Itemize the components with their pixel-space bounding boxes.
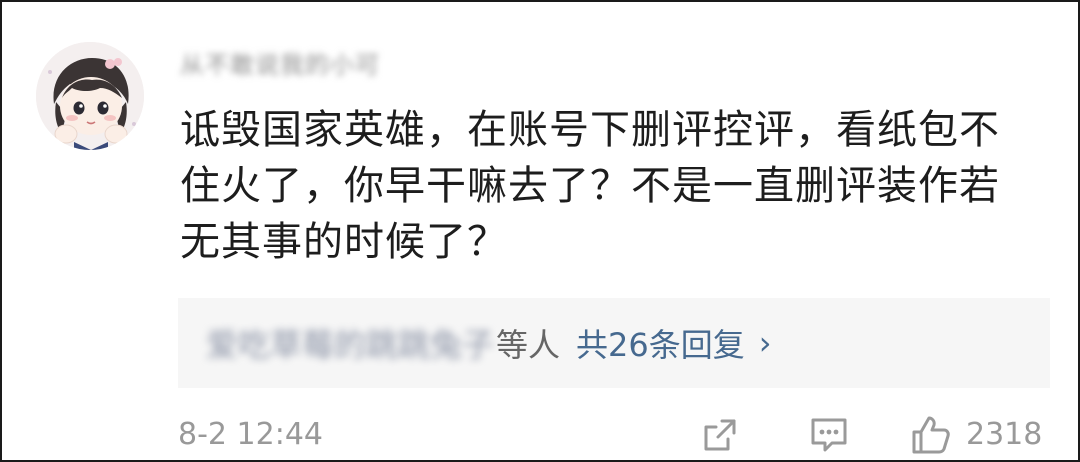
like-count: 2318 — [966, 417, 1043, 452]
chevron-right-icon[interactable]: › — [759, 324, 772, 362]
comment-timestamp: 8-2 12:44 — [178, 417, 323, 452]
reply-suffix: 等人 — [496, 326, 561, 364]
avatar-image — [36, 42, 144, 150]
reply-preview[interactable]: 爱吃草莓的跳跳兔子 等人 共26条回复 › — [178, 298, 1050, 388]
reply-user-names[interactable]: 爱吃草莓的跳跳兔子 — [206, 320, 494, 366]
comment-card: 从不敢说我的小可 诋毁国家英雄，在账号下删评控评，看纸包不住火了，你早干嘛去了？… — [0, 0, 1080, 462]
share-icon — [704, 419, 736, 451]
thumbs-up-icon — [912, 416, 950, 454]
comment-body: 诋毁国家英雄，在账号下删评控评，看纸包不住火了，你早干嘛去了？不是一直删评装作若… — [180, 107, 1000, 265]
reply-row: 爱吃草莓的跳跳兔子 等人 共26条回复 › — [206, 320, 772, 366]
comment-button[interactable] — [808, 410, 850, 460]
share-button[interactable] — [700, 410, 740, 460]
comment-icon — [811, 418, 847, 452]
username[interactable]: 从不敢说我的小可 — [180, 52, 426, 78]
like-button[interactable]: 2318 — [908, 410, 1042, 460]
avatar[interactable] — [36, 42, 144, 150]
username-text: 从不敢说我的小可 — [180, 51, 380, 79]
view-replies-link[interactable]: 共26条回复 — [576, 320, 745, 366]
